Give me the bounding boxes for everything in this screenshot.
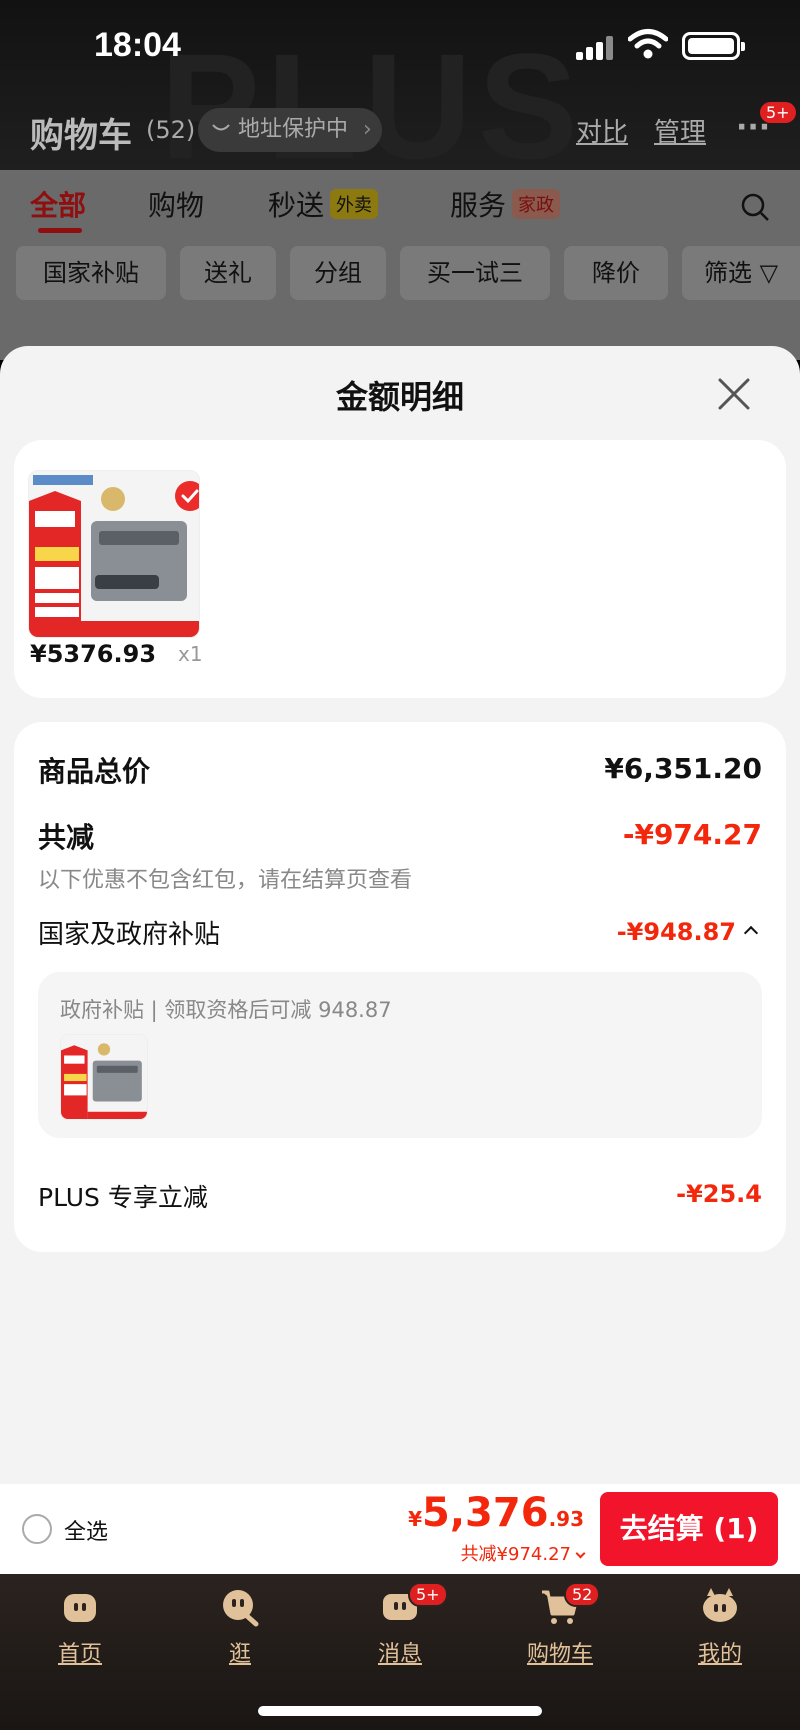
close-icon[interactable] (716, 376, 752, 412)
search-icon[interactable] (740, 192, 770, 222)
amount-detail-sheet: 金额明细 ¥5376.93 x1 商品总价 ¥6,351.20 共减 -¥974… (0, 346, 800, 1484)
tab-service-label: 服务 (450, 189, 507, 222)
plus-discount-label: PLUS 专享立减 (38, 1183, 208, 1212)
currency-symbol: ¥ (408, 1507, 423, 1531)
dimmed-background: 全部 购物 秒送 外卖 服务 家政 国家补贴 送礼 分组 买一试三 降价 筛选 ▽ (0, 170, 800, 360)
chip-national-subsidy[interactable]: 国家补贴 (16, 246, 166, 300)
tab-shopping[interactable]: 购物 (148, 184, 204, 224)
manage-link[interactable]: 管理 (654, 112, 706, 149)
notification-badge: 5+ (760, 102, 796, 123)
nav-browse-label: 逛 (228, 1642, 251, 1667)
chip-price-drop[interactable]: 降价 (564, 246, 668, 300)
chip-group[interactable]: 分组 (290, 246, 386, 300)
product-thumbnail[interactable] (28, 470, 200, 638)
robot-vacuum-small-image (61, 1035, 147, 1119)
item-price: ¥5376.93 (30, 640, 157, 668)
checkout-total: ¥5,376.93 (408, 1490, 584, 1536)
nav-messages[interactable]: 5+ 消息 (340, 1582, 460, 1668)
profile-icon (703, 1588, 737, 1622)
gov-subsidy-value: -¥948.87 (616, 918, 736, 946)
home-indicator (258, 1706, 542, 1716)
chip-filter[interactable]: 筛选 ▽ (682, 246, 800, 300)
bottom-navigation: 首页 逛 5+ 消息 52 购物车 我的 (0, 1574, 800, 1730)
nav-profile[interactable]: 我的 (660, 1586, 780, 1668)
housekeeping-tag: 家政 (512, 189, 561, 219)
tab-active-indicator (38, 228, 82, 233)
cart-count: (52) (146, 116, 196, 144)
total-value: ¥6,351.20 (604, 752, 762, 785)
savings-toggle[interactable]: 共减¥974.27 (460, 1540, 586, 1566)
chip-gift[interactable]: 送礼 (180, 246, 276, 300)
address-protection-label: 地址保护中 (238, 117, 349, 142)
total-integer: 5,376 (422, 1490, 549, 1536)
chevron-right-icon: › (363, 117, 372, 142)
nav-home-label: 首页 (57, 1642, 102, 1667)
messages-badge: 5+ (408, 1582, 448, 1607)
savings-text: 共减¥974.27 (460, 1544, 571, 1565)
filter-icon: ▽ (751, 259, 779, 287)
plus-discount-value: -¥25.4 (676, 1180, 762, 1208)
browse-icon (223, 1590, 259, 1627)
page-title: 购物车 (30, 116, 132, 156)
address-protection-pill[interactable]: 地址保护中 › (198, 108, 382, 152)
discount-note: 以下优惠不包含红包，请在结算页查看 (38, 868, 413, 893)
nav-profile-label: 我的 (697, 1642, 742, 1667)
price-summary-card: 商品总价 ¥6,351.20 共减 -¥974.27 以下优惠不包含红包，请在结… (14, 722, 786, 1252)
smile-icon (212, 124, 230, 131)
gov-subsidy-toggle[interactable]: -¥948.87 (616, 918, 759, 946)
chevron-down-icon (575, 1548, 586, 1559)
compare-link[interactable]: 对比 (576, 112, 628, 149)
item-quantity: x1 (178, 642, 203, 666)
tab-instant[interactable]: 秒送 外卖 (268, 184, 379, 224)
subsidy-detail-box: 政府补贴 | 领取资格后可减 948.87 (38, 972, 762, 1138)
product-card: ¥5376.93 x1 (14, 440, 786, 698)
cart-badge: 52 (564, 1582, 601, 1607)
checkout-button[interactable]: 去结算 (1) (600, 1492, 778, 1566)
battery-icon (682, 32, 745, 60)
discount-value: -¥974.27 (622, 818, 762, 851)
home-icon (64, 1594, 96, 1622)
nav-messages-label: 消息 (377, 1642, 422, 1667)
gov-subsidy-label: 国家及政府补贴 (38, 920, 221, 950)
select-all-radio[interactable] (22, 1514, 52, 1544)
tab-instant-label: 秒送 (268, 189, 325, 222)
chevron-up-icon (743, 925, 759, 941)
selected-check-icon[interactable] (175, 481, 199, 511)
total-decimal: .93 (548, 1507, 584, 1531)
wifi-icon (628, 29, 668, 59)
subsidy-text: 政府补贴 | 领取资格后可减 948.87 (60, 998, 392, 1022)
total-label: 商品总价 (38, 755, 151, 788)
chip-try[interactable]: 买一试三 (400, 246, 550, 300)
nav-browse[interactable]: 逛 (180, 1586, 300, 1668)
status-time: 18:04 (94, 26, 181, 64)
nav-home[interactable]: 首页 (20, 1586, 140, 1668)
checkout-bar: 全选 ¥5,376.93 共减¥974.27 去结算 (1) (0, 1484, 800, 1574)
app-header: PLUS 18:04 购物车 (52) 地址保护中 › 对比 管理 ··· 5+ (0, 0, 800, 170)
nav-cart-label: 购物车 (526, 1642, 593, 1667)
nav-cart[interactable]: 52 购物车 (500, 1582, 620, 1668)
chip-filter-label: 筛选 (703, 259, 752, 287)
tab-service[interactable]: 服务 家政 (450, 184, 561, 224)
sheet-title: 金额明细 (335, 378, 464, 416)
select-all-label[interactable]: 全选 (64, 1514, 108, 1546)
cellular-signal-icon (576, 34, 618, 60)
subsidy-product-thumbnail (60, 1034, 148, 1120)
tab-all[interactable]: 全部 (30, 184, 86, 224)
discount-label: 共减 (38, 821, 95, 854)
takeout-tag: 外卖 (330, 189, 379, 219)
